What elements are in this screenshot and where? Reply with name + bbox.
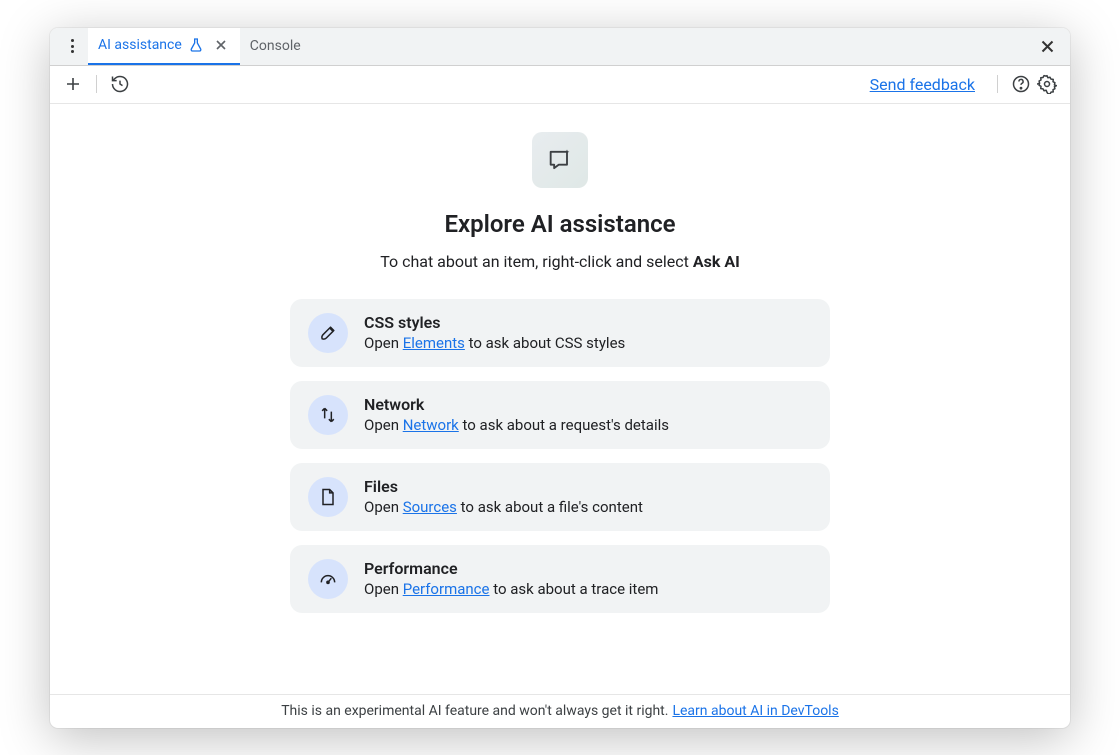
tab-label: AI assistance (98, 37, 182, 53)
help-button[interactable] (1008, 71, 1034, 97)
card-desc: Open Sources to ask about a file's conte… (364, 498, 643, 516)
flask-icon (188, 37, 204, 53)
card-css-styles: CSS styles Open Elements to ask about CS… (290, 299, 830, 367)
card-desc: Open Performance to ask about a trace it… (364, 580, 658, 598)
divider (96, 75, 97, 93)
send-feedback-link[interactable]: Send feedback (870, 75, 975, 94)
tab-ai-assistance[interactable]: AI assistance (88, 28, 240, 65)
link-network[interactable]: Network (403, 416, 459, 434)
card-title: Files (364, 477, 643, 496)
page-title: Explore AI assistance (444, 210, 675, 238)
new-chat-button[interactable] (60, 71, 86, 97)
suggestion-cards: CSS styles Open Elements to ask about CS… (290, 299, 830, 613)
ai-sparkle-icon (532, 132, 588, 188)
footer-disclaimer: This is an experimental AI feature and w… (50, 694, 1070, 728)
toolbar: Send feedback (50, 66, 1070, 104)
page-subtitle: To chat about an item, right-click and s… (380, 252, 740, 271)
history-button[interactable] (107, 71, 133, 97)
link-elements[interactable]: Elements (403, 334, 465, 352)
network-transfer-icon (308, 395, 348, 435)
settings-button[interactable] (1034, 71, 1060, 97)
card-title: Performance (364, 559, 658, 578)
card-title: Network (364, 395, 669, 414)
card-title: CSS styles (364, 313, 625, 332)
brush-icon (308, 313, 348, 353)
card-performance: Performance Open Performance to ask abou… (290, 545, 830, 613)
tab-bar: AI assistance Console (50, 28, 1070, 66)
content-area: Explore AI assistance To chat about an i… (50, 104, 1070, 694)
learn-more-link[interactable]: Learn about AI in DevTools (672, 703, 838, 719)
link-performance[interactable]: Performance (403, 580, 490, 598)
card-network: Network Open Network to ask about a requ… (290, 381, 830, 449)
card-files: Files Open Sources to ask about a file's… (290, 463, 830, 531)
card-desc: Open Network to ask about a request's de… (364, 416, 669, 434)
divider (997, 75, 998, 93)
close-tab-icon[interactable] (212, 36, 230, 54)
gauge-icon (308, 559, 348, 599)
tab-console[interactable]: Console (240, 28, 311, 65)
link-sources[interactable]: Sources (403, 498, 457, 516)
kebab-menu-icon[interactable] (62, 36, 82, 56)
file-icon (308, 477, 348, 517)
close-panel-icon[interactable] (1032, 31, 1062, 61)
tab-label: Console (250, 38, 301, 54)
devtools-panel: AI assistance Console (50, 28, 1070, 728)
card-desc: Open Elements to ask about CSS styles (364, 334, 625, 352)
